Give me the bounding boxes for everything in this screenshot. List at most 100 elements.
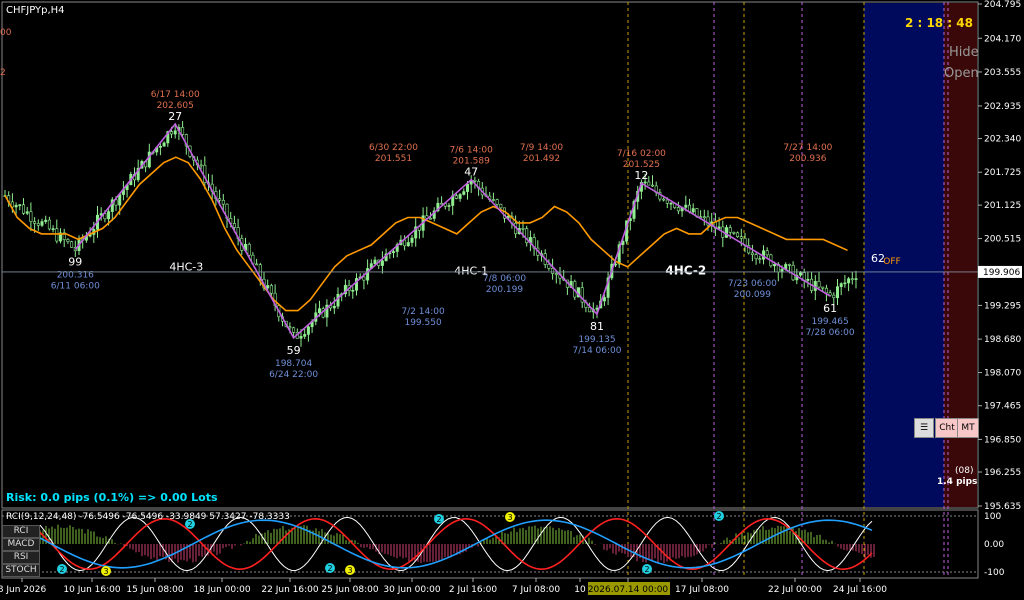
candle-body bbox=[299, 336, 303, 339]
candle-body bbox=[317, 308, 321, 314]
left-edge-label: 00 bbox=[0, 28, 12, 38]
pivot-price: 198.704 bbox=[275, 359, 312, 369]
risk-label: Risk: 0.0 pips (0.1%) => 0.00 Lots bbox=[6, 491, 218, 504]
candle-body bbox=[839, 283, 843, 287]
price-chart[interactable]: 99200.3166/11 06:0027202.6056/17 14:0059… bbox=[0, 0, 1024, 600]
time-axis: 8 Jun 2026 10 Jun 16:00 15 Jun 08:00 18 Jun… bbox=[0, 578, 887, 595]
candle-body bbox=[547, 264, 551, 269]
candle-body bbox=[824, 287, 828, 294]
candle-body bbox=[29, 211, 33, 222]
candle-body bbox=[736, 232, 740, 237]
cycle-label: 4HC-2 bbox=[665, 263, 706, 277]
list-icon[interactable]: ☰ bbox=[914, 418, 934, 438]
time-label: 22 Jun 16:00 bbox=[261, 585, 318, 595]
signal-marker-label: 2 bbox=[644, 565, 649, 574]
pivot-date: 7/14 06:00 bbox=[572, 346, 621, 356]
candle-body bbox=[162, 142, 166, 147]
candle-body bbox=[499, 203, 503, 209]
chart-button[interactable]: Cht bbox=[935, 418, 959, 438]
candle-body bbox=[336, 294, 340, 307]
candle-body bbox=[181, 127, 185, 135]
rci-button[interactable]: RCI bbox=[2, 525, 40, 538]
pivot-price: 202.605 bbox=[157, 101, 194, 111]
candle-body bbox=[750, 252, 754, 255]
time-label: 8 Jun 2026 bbox=[0, 585, 46, 595]
price-tick-label: 198.680 bbox=[984, 335, 1021, 345]
price-tick-label: 202.340 bbox=[984, 135, 1021, 145]
stoch-button[interactable]: STOCH bbox=[2, 564, 40, 577]
candle-body bbox=[218, 198, 222, 201]
time-label: 18 Jun 00:00 bbox=[193, 585, 250, 595]
price-tick-label: 198.070 bbox=[984, 369, 1021, 379]
candle-body bbox=[247, 243, 251, 256]
signal-marker-label: 3 bbox=[347, 566, 352, 575]
candle-body bbox=[266, 285, 270, 289]
candle-body bbox=[403, 239, 407, 247]
signal-marker-label: 2 bbox=[436, 515, 441, 524]
candle-body bbox=[847, 278, 851, 284]
candle-body bbox=[428, 217, 432, 220]
candle-body bbox=[806, 278, 810, 281]
indicator-title: RCI(9,12,24,48) -76.5496 -76.5496 -33.98… bbox=[6, 512, 290, 522]
candle-body bbox=[199, 164, 203, 167]
price-tick-label: 199.295 bbox=[984, 301, 1021, 311]
candle-body bbox=[595, 307, 599, 310]
price-tick-label: 201.725 bbox=[984, 168, 1021, 178]
pivot-count: 99 bbox=[68, 255, 82, 268]
candle-body bbox=[306, 326, 310, 335]
candle-body bbox=[691, 208, 695, 213]
pivot-count: 47 bbox=[464, 166, 478, 179]
rsi-button[interactable]: RSI bbox=[2, 551, 40, 564]
candle-body bbox=[158, 145, 162, 148]
pivot-count: 12 bbox=[634, 169, 648, 182]
candle-body bbox=[351, 289, 355, 292]
macd-button[interactable]: MACD bbox=[2, 538, 40, 551]
candle-body bbox=[473, 179, 477, 182]
symbol-label: CHFJPYp,H4 bbox=[6, 5, 65, 16]
candle-body bbox=[410, 237, 414, 243]
candle-body bbox=[458, 194, 462, 199]
price-label-date: 7/8 06:00 bbox=[483, 274, 527, 284]
open-button[interactable]: Open bbox=[944, 66, 979, 81]
candle-body bbox=[332, 305, 336, 309]
time-label: 10 bbox=[574, 585, 586, 595]
indicator-line bbox=[39, 516, 873, 572]
candle-body bbox=[821, 286, 825, 289]
price-tick-label: 197.465 bbox=[984, 402, 1021, 412]
candle-body bbox=[269, 285, 273, 294]
candle-body bbox=[773, 263, 777, 267]
candle-body bbox=[406, 242, 410, 247]
price-label-date: 7/9 14:00 bbox=[520, 143, 564, 153]
main-frame bbox=[1, 1, 979, 509]
candle-body bbox=[669, 202, 673, 205]
candle-body bbox=[18, 204, 22, 207]
candle-body bbox=[118, 194, 122, 206]
signal-marker-label: 2 bbox=[59, 565, 64, 574]
price-label-value: 201.492 bbox=[523, 154, 560, 164]
time-label: 25 Jun 08:00 bbox=[321, 585, 378, 595]
candle-body bbox=[170, 131, 174, 135]
pivot-date: 6/24 22:00 bbox=[269, 370, 318, 380]
hide-button[interactable]: Hide bbox=[949, 45, 979, 60]
price-label-date: 6/30 22:00 bbox=[369, 143, 418, 153]
price-tick-label: 195.635 bbox=[984, 502, 1021, 512]
candle-body bbox=[650, 184, 654, 187]
pivot-count: 27 bbox=[168, 110, 182, 123]
candle-body bbox=[835, 286, 839, 299]
bar-timer: 2 : 18 : 48 bbox=[904, 16, 973, 30]
candle-body bbox=[292, 327, 296, 333]
mt-button[interactable]: MT bbox=[957, 418, 979, 438]
candle-body bbox=[440, 202, 444, 205]
candle-body bbox=[40, 221, 44, 226]
time-label: 30 Jun 00:00 bbox=[383, 585, 440, 595]
price-tick-label: 196.850 bbox=[984, 435, 1021, 445]
indicator-tick-label: 0.00 bbox=[984, 540, 1004, 550]
time-cursor-label: 2026.07.14 00:00 bbox=[588, 585, 669, 595]
indicator-tick-label: 100 bbox=[984, 512, 1001, 522]
candle-body bbox=[521, 228, 525, 230]
pivot-count: 81 bbox=[590, 320, 604, 333]
signal-marker-label: 2 bbox=[716, 512, 721, 521]
price-label-value: 201.551 bbox=[375, 154, 412, 164]
candle-body bbox=[255, 263, 259, 266]
left-edge-label: 2 bbox=[0, 68, 6, 78]
